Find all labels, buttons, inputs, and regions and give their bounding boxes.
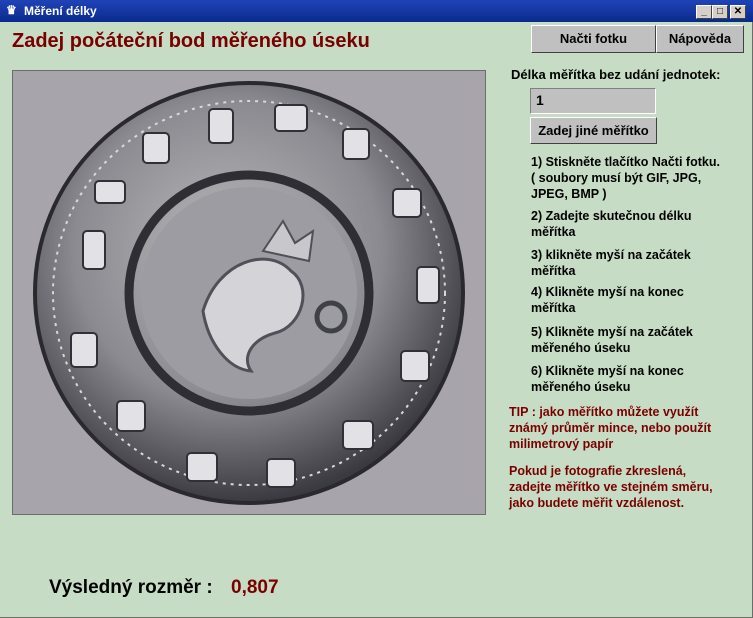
instruction-line: JPEG, BMP )	[531, 187, 607, 201]
instruction-line: 2) Zadejte skutečnou délku	[531, 209, 692, 223]
instruction-step-1: 1) Stiskněte tlačítko Načti fotku. ( sou…	[531, 154, 741, 202]
instruction-step-6: 6) Klikněte myší na konec měřeného úseku	[531, 363, 741, 395]
page-title: Zadej počáteční bod měřeného úseku	[12, 30, 370, 52]
scale-length-label: Délka měřítka bez udání jednotek:	[511, 67, 721, 82]
instruction-line: měřeného úseku	[531, 380, 631, 394]
instruction-line: 3) klikněte myší na začátek	[531, 248, 691, 262]
tip-line: TIP : jako měřítko můžete využít	[509, 405, 699, 419]
tip-line: jako budete měřit vzdálenost.	[509, 496, 685, 510]
window-title: Měření délky	[24, 4, 97, 18]
instruction-line: 5) Klikněte myší na začátek	[531, 325, 693, 339]
help-button[interactable]: Nápověda	[656, 25, 744, 53]
app-window: ♛ Měření délky _ □ ✕ Zadej počáteční bod…	[0, 0, 753, 618]
close-button[interactable]: ✕	[730, 5, 746, 19]
photo-canvas[interactable]	[12, 70, 486, 515]
tip-line: známý průměr mince, nebo použít	[509, 421, 712, 435]
maximize-button[interactable]: □	[712, 5, 728, 19]
minimize-button[interactable]: _	[696, 5, 712, 19]
crown-icon: ♛	[6, 3, 17, 17]
result-label: Výsledný rozměr :	[49, 577, 213, 598]
instruction-line: měřeného úseku	[531, 341, 631, 355]
coin-image	[33, 81, 465, 505]
instruction-step-3: 3) klikněte myší na začátek měřítka	[531, 247, 741, 279]
instruction-line: ( soubory musí být GIF, JPG,	[531, 171, 702, 185]
title-bar[interactable]: ♛ Měření délky _ □ ✕	[0, 0, 753, 22]
instruction-line: měřítka	[531, 301, 576, 315]
instruction-line: 4) Klikněte myší na konec	[531, 285, 684, 299]
instruction-step-5: 5) Klikněte myší na začátek měřeného úse…	[531, 324, 741, 356]
change-scale-button[interactable]: Zadej jiné měřítko	[530, 117, 657, 144]
distortion-note: Pokud je fotografie zkreslená, zadejte m…	[509, 463, 745, 511]
instruction-step-4: 4) Klikněte myší na konec měřítka	[531, 284, 741, 316]
tip-line: milimetrový papír	[509, 437, 614, 451]
load-photo-button[interactable]: Načti fotku	[531, 25, 656, 53]
instruction-line: měřítka	[531, 225, 576, 239]
tip-text: TIP : jako měřítko můžete využít známý p…	[509, 404, 745, 452]
instruction-line: 6) Klikněte myší na konec	[531, 364, 684, 378]
instruction-line: 1) Stiskněte tlačítko Načti fotku.	[531, 155, 720, 169]
tip-line: zadejte měřítko ve stejném směru,	[509, 480, 713, 494]
scale-length-input[interactable]: 1	[530, 88, 656, 114]
result-value: 0,807	[231, 577, 279, 598]
instruction-step-2: 2) Zadejte skutečnou délku měřítka	[531, 208, 741, 240]
instruction-line: měřítka	[531, 264, 576, 278]
tip-line: Pokud je fotografie zkreslená,	[509, 464, 687, 478]
